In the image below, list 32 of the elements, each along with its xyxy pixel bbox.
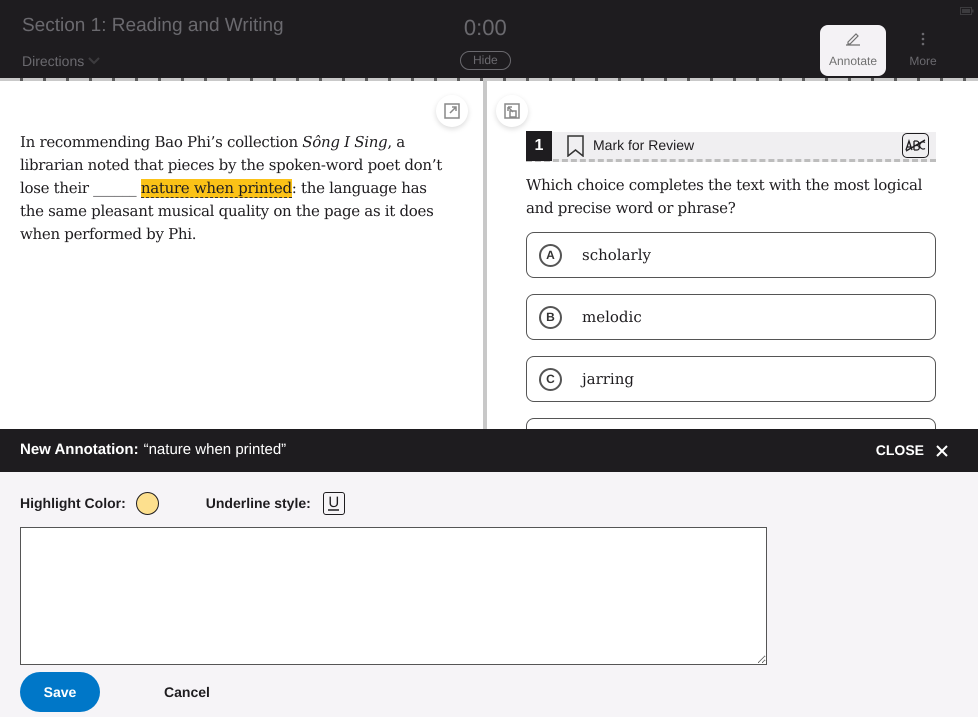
expand-icon: [444, 103, 460, 119]
underline-style-button[interactable]: U: [322, 492, 345, 514]
mark-for-review-button[interactable]: Mark for Review: [567, 134, 694, 156]
close-button[interactable]: CLOSE: [876, 440, 948, 461]
underline-style-label: Underline style:: [206, 494, 311, 513]
timer: 0:00: [464, 14, 507, 42]
passage-text: In recommending Bao Phi’s collection Sông I Sing, a librarian noted that pieces by the spoken-word poet don’t lose their ______ nature when printed: the language has the same pleasant musical quality on the page as it does when performed by Phi.: [20, 132, 443, 245]
annotation-title: New Annotation:: [20, 440, 139, 460]
strikethrough-abc-icon: [905, 139, 926, 152]
save-button[interactable]: Save: [20, 672, 100, 712]
annotation-input-field[interactable]: [20, 527, 767, 665]
collapse-button[interactable]: [496, 95, 528, 127]
highlight-color-swatch[interactable]: [136, 492, 159, 514]
cancel-button[interactable]: Cancel: [164, 682, 210, 702]
answer-option[interactable]: A scholarly: [526, 232, 936, 278]
question-number: 1: [526, 130, 552, 160]
more-icon: [921, 32, 925, 46]
eliminator-button[interactable]: [902, 133, 929, 158]
close-icon: [936, 444, 948, 456]
answer-option[interactable]: C jarring: [526, 356, 936, 402]
chevron-down-icon: [88, 57, 100, 65]
pencil-icon: [845, 32, 861, 46]
annotate-button[interactable]: Annotate: [820, 25, 886, 76]
answer-option[interactable]: B melodic: [526, 294, 936, 340]
collapse-icon: [504, 103, 520, 119]
expand-button[interactable]: [436, 95, 468, 127]
battery-icon: [960, 7, 974, 15]
question-prompt: Which choice completes the text with the most logical and precise word or phrase?: [526, 175, 924, 219]
bookmark-icon: [567, 134, 584, 156]
annotation-quote: “nature when printed”: [144, 440, 286, 460]
highlight-color-label: Highlight Color:: [20, 494, 126, 513]
section-title: Section 1: Reading and Writing: [22, 14, 285, 38]
